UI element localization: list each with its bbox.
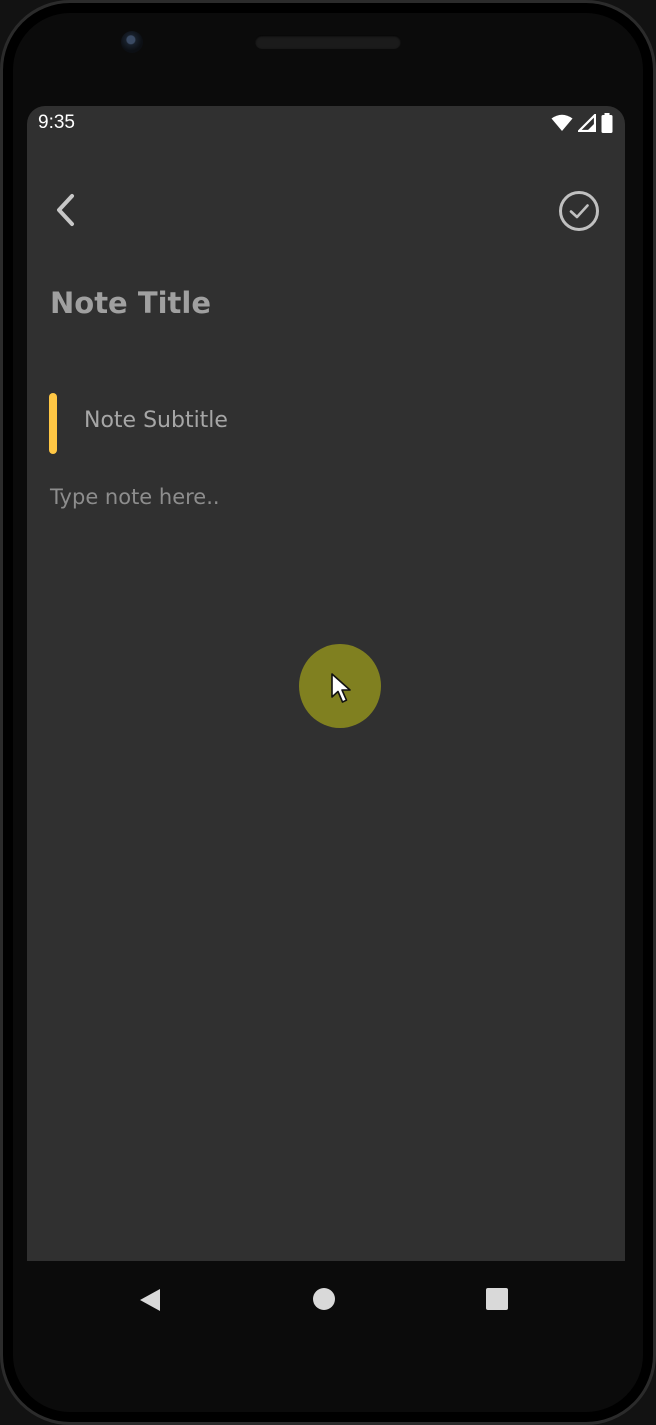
note-subtitle-input[interactable]: Note Subtitle [84, 408, 584, 433]
check-circle-icon [559, 191, 599, 231]
status-bar: 9:35 [27, 106, 625, 140]
chevron-left-icon [57, 194, 74, 226]
save-note-button[interactable] [557, 189, 601, 233]
back-button[interactable] [49, 190, 85, 230]
home-circle-icon[interactable] [312, 1287, 336, 1311]
battery-icon [601, 113, 613, 133]
back-triangle-icon[interactable] [138, 1287, 162, 1313]
app-screen: 9:35 Note Title Note Subtitle Type note … [27, 106, 625, 1261]
cellular-signal-icon [578, 114, 596, 132]
front-camera [121, 31, 143, 53]
phone-frame: 9:35 Note Title Note Subtitle Type note … [0, 0, 656, 1425]
system-navigation-bar [27, 1261, 625, 1341]
recents-square-icon[interactable] [485, 1287, 509, 1311]
earpiece-speaker [255, 35, 401, 49]
status-time: 9:35 [38, 112, 75, 133]
mouse-pointer-icon [331, 673, 351, 703]
note-title-input[interactable]: Note Title [50, 286, 590, 320]
wifi-icon [551, 114, 573, 131]
status-icons [551, 113, 613, 133]
subtitle-indicator-bar [49, 393, 57, 454]
note-body-input[interactable]: Type note here.. [50, 485, 590, 509]
